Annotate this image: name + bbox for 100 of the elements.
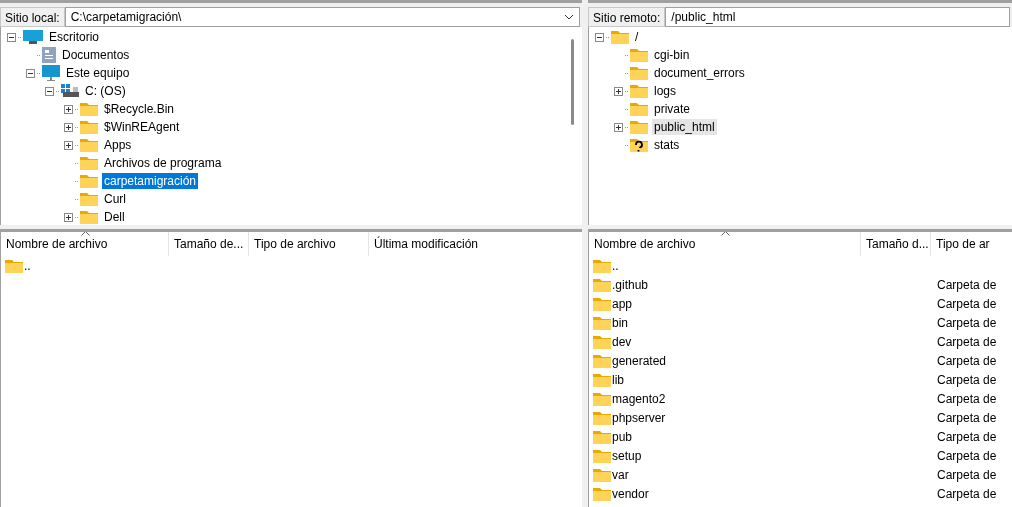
expand-icon[interactable] <box>64 212 73 222</box>
tree-item[interactable]: private <box>652 101 693 117</box>
tree-item[interactable]: $Recycle.Bin <box>102 101 177 117</box>
file-name[interactable]: .. <box>612 256 619 275</box>
expand-icon[interactable] <box>614 86 623 96</box>
tree-item[interactable]: / <box>633 29 641 45</box>
folder-icon <box>593 448 611 463</box>
scrollbar-thumb[interactable] <box>571 39 574 125</box>
collapse-icon[interactable] <box>7 32 16 42</box>
drive-icon <box>61 84 79 98</box>
file-name[interactable]: generated <box>612 351 667 370</box>
file-name[interactable]: pub <box>612 427 633 446</box>
tree-item[interactable]: Archivos de programa <box>102 155 224 171</box>
folder-icon <box>80 192 98 206</box>
file-type: Carpeta de <box>936 447 997 465</box>
folder-icon <box>630 102 648 116</box>
folder-icon <box>593 258 611 273</box>
file-type: Carpeta de <box>936 276 997 294</box>
collapse-icon[interactable] <box>45 86 54 96</box>
sort-ascending-icon <box>721 232 730 236</box>
monitor-icon <box>42 65 60 81</box>
folder-icon <box>593 334 611 349</box>
folder-icon <box>593 486 611 501</box>
folder-icon <box>593 410 611 425</box>
folder-icon <box>593 277 611 292</box>
folder-icon <box>80 156 98 170</box>
folder-icon <box>630 84 648 98</box>
file-type: Carpeta de <box>936 314 997 332</box>
desktop-icon <box>23 30 43 44</box>
tree-item[interactable]: C: (OS) <box>83 83 128 99</box>
folder-icon <box>630 48 648 62</box>
folder-icon <box>630 66 648 80</box>
folder-icon <box>593 353 611 368</box>
tree-item[interactable]: logs <box>652 83 678 99</box>
folder-icon <box>593 429 611 444</box>
file-name[interactable]: phpserver <box>612 408 666 427</box>
dropdown-caret-icon[interactable] <box>564 14 574 20</box>
tree-item[interactable]: Curl <box>102 191 128 207</box>
path-field[interactable]: /public_html <box>665 7 1010 27</box>
collapse-icon[interactable] <box>595 32 604 42</box>
file-type: Carpeta de <box>936 333 997 351</box>
tree-item[interactable]: $WinREAgent <box>102 119 182 135</box>
file-type: Carpeta de <box>936 352 997 370</box>
file-type: Carpeta de <box>936 466 997 484</box>
folder-icon <box>593 372 611 387</box>
file-name[interactable]: bin <box>612 313 628 332</box>
collapse-icon[interactable] <box>26 68 35 78</box>
folder-icon <box>80 120 98 134</box>
file-name[interactable]: magento2 <box>612 389 666 408</box>
column-header[interactable]: Tamaño d... <box>861 232 931 256</box>
tree-item[interactable]: Apps <box>102 137 134 153</box>
tree-item[interactable]: Dell <box>102 209 127 225</box>
folder-icon <box>80 210 98 224</box>
file-type: Carpeta de <box>936 390 997 408</box>
file-type: Carpeta de <box>936 295 997 313</box>
tree-item[interactable]: stats <box>652 137 682 153</box>
file-name[interactable]: .. <box>24 256 31 275</box>
path-label: Sitio local: <box>0 7 65 27</box>
sort-ascending-icon <box>81 232 90 236</box>
column-header[interactable]: Nombre de archivo <box>1 232 169 256</box>
column-header[interactable]: Nombre de archivo <box>589 232 861 256</box>
column-header[interactable]: Tipo de ar <box>931 232 1011 256</box>
folder-icon <box>80 138 98 152</box>
tree-item[interactable]: Documentos <box>60 47 132 63</box>
folder-icon <box>593 467 611 482</box>
path-field[interactable]: C:\carpetamigración\ <box>64 7 580 27</box>
expand-icon[interactable] <box>64 140 73 150</box>
folder-icon <box>630 120 648 134</box>
folder-icon <box>593 315 611 330</box>
path-label: Sitio remoto: <box>588 7 666 27</box>
file-name[interactable]: app <box>612 294 633 313</box>
column-header[interactable]: Última modificación <box>369 232 489 256</box>
folder-icon <box>611 30 629 44</box>
question-folder-icon <box>630 138 648 152</box>
file-name[interactable]: lib <box>612 370 624 389</box>
file-name[interactable]: var <box>612 465 629 484</box>
file-type: Carpeta de <box>936 409 997 427</box>
file-type: Carpeta de <box>936 485 997 503</box>
folder-icon <box>80 102 98 116</box>
tree-item[interactable]: public_html <box>652 119 717 135</box>
tree-item[interactable]: document_errors <box>652 65 747 81</box>
column-header[interactable]: Tipo de archivo <box>249 232 369 256</box>
expand-icon[interactable] <box>614 122 623 132</box>
tree-item[interactable]: Escritorio <box>47 29 101 45</box>
tree-item[interactable]: Este equipo <box>64 65 132 81</box>
expand-icon[interactable] <box>64 104 73 114</box>
file-name[interactable]: .github <box>612 275 649 294</box>
file-type: Carpeta de <box>936 371 997 389</box>
file-type: Carpeta de <box>936 428 997 446</box>
folder-icon <box>593 391 611 406</box>
file-name[interactable]: vendor <box>612 484 649 503</box>
tree-item[interactable]: carpetamigración <box>102 173 199 189</box>
expand-icon[interactable] <box>64 122 73 132</box>
folder-icon <box>80 174 98 188</box>
tree-item[interactable]: cgi-bin <box>652 47 692 63</box>
document-icon <box>42 47 56 63</box>
column-header[interactable]: Tamaño de... <box>169 232 249 256</box>
folder-icon <box>5 258 23 273</box>
file-name[interactable]: setup <box>612 446 642 465</box>
file-name[interactable]: dev <box>612 332 632 351</box>
